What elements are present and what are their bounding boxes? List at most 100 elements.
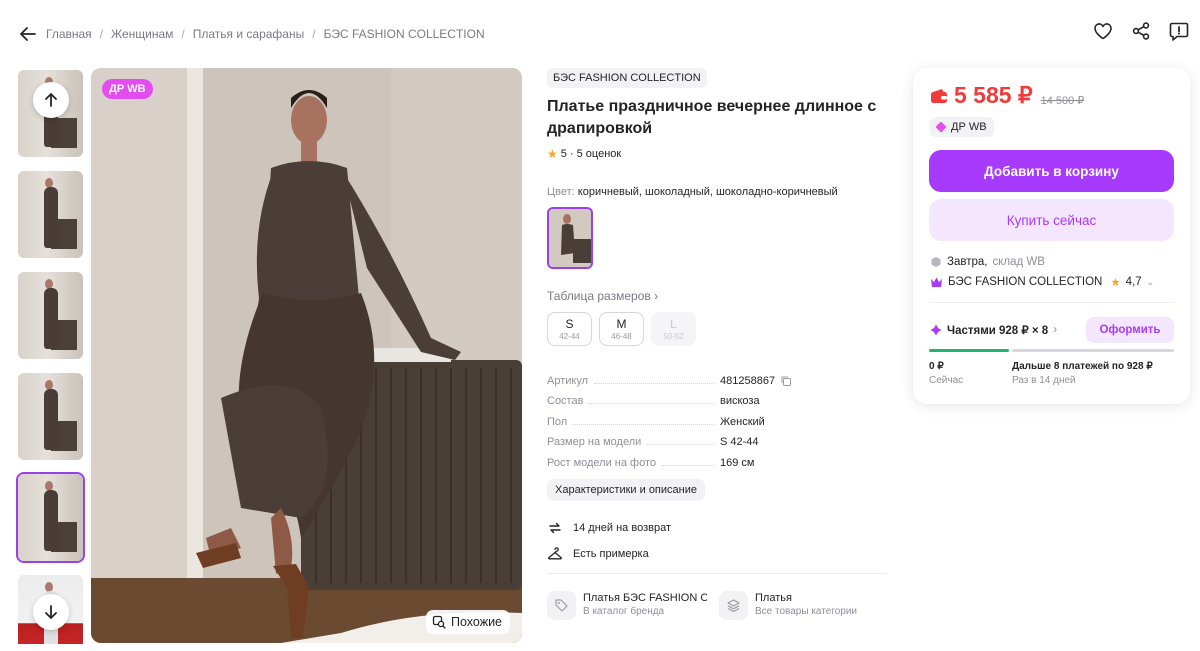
- spec-key: Размер на модели: [547, 436, 642, 448]
- size-name: S: [565, 317, 574, 331]
- feature-text: Есть примерка: [573, 547, 649, 560]
- size-name: L: [670, 317, 677, 331]
- catalog-subtitle: В каталог бренда: [583, 605, 665, 617]
- catalog-links: Платья БЭС FASHION COLLECTION В каталог …: [547, 590, 887, 620]
- price-value: 5 585 ₽: [954, 82, 1033, 108]
- brand-catalog-link[interactable]: Платья БЭС FASHION COLLECTION В каталог …: [547, 590, 707, 620]
- old-price: 14 500 ₽: [1040, 94, 1085, 107]
- color-swatch[interactable]: [547, 207, 593, 269]
- tag-icon: [547, 590, 576, 620]
- top-bar: Главная / Женщинам / Платья и сарафаны /…: [0, 0, 1200, 68]
- box-icon: [931, 257, 941, 267]
- divider: [547, 572, 887, 574]
- hanger-icon: [548, 546, 562, 559]
- size-selector: S 42-44 M 46-48 L 50-52: [547, 312, 887, 346]
- copy-icon[interactable]: [780, 375, 792, 387]
- buy-now-button[interactable]: Купить сейчас: [929, 199, 1174, 241]
- spec-value: S 42-44: [720, 436, 759, 448]
- current-price: 5 585 ₽: [930, 82, 1033, 109]
- similar-button[interactable]: Похожие: [426, 610, 511, 634]
- drwb-badge: ДР WB: [102, 79, 153, 99]
- spec-key: Состав: [547, 395, 584, 407]
- thumbnail[interactable]: [16, 270, 85, 361]
- heart-icon[interactable]: [1092, 20, 1114, 42]
- thumbnails-down-button[interactable]: [33, 594, 69, 630]
- thumbnail-list: [16, 68, 86, 644]
- category-catalog-link[interactable]: Платья Все товары категории: [719, 590, 879, 620]
- breadcrumb-item-dresses[interactable]: Платья и сарафаны: [193, 27, 304, 41]
- color-label: Цвет:: [547, 186, 575, 198]
- similar-label: Похожие: [451, 615, 503, 629]
- breadcrumb-separator: /: [181, 27, 185, 41]
- drwb-label: ДР WB: [951, 121, 987, 133]
- color-value: коричневый, шоколадный, шоколадно-коричн…: [577, 186, 838, 198]
- arrow-left-icon[interactable]: [17, 23, 39, 45]
- product-title: Платье праздничное вечернее длинное с др…: [547, 98, 877, 137]
- chevron-right-icon: ›: [1053, 324, 1058, 336]
- spec-value: 169 см: [720, 456, 755, 469]
- breadcrumb-separator: /: [99, 27, 104, 41]
- breadcrumb: Главная / Женщинам / Платья и сарафаны /…: [46, 27, 485, 41]
- add-to-cart-button[interactable]: Добавить в корзину: [929, 150, 1174, 192]
- size-name: M: [616, 317, 627, 331]
- pay-later: Дальше 8 платежей по 928 ₽ Раз в 14 дней: [1012, 360, 1153, 388]
- product-photo: [91, 68, 522, 643]
- size-option-m[interactable]: M 46-48: [599, 312, 644, 346]
- spec-key: Артикул: [547, 374, 589, 387]
- specs-list: Артикул 481258867 Состав вискоза Пол Жен…: [547, 366, 887, 469]
- feature-fitting: Есть примерка: [547, 546, 887, 562]
- layers-icon: [719, 590, 748, 620]
- top-actions: [1092, 20, 1190, 42]
- thumbnail-active[interactable]: [16, 472, 85, 563]
- thumbnails-up-button[interactable]: [33, 82, 69, 118]
- chevron-down-icon: ⌄: [1146, 276, 1155, 287]
- spec-row: Размер на модели S 42-44: [547, 428, 887, 448]
- wallet-icon: [931, 88, 947, 103]
- catalog-title: Платья БЭС FASHION COLLECTION: [583, 591, 707, 604]
- arrow-up-icon: [45, 93, 57, 107]
- size-range: 50-52: [663, 332, 684, 341]
- delivery-info: Завтра, склад WB: [930, 256, 1045, 268]
- product-info: БЭС FASHION COLLECTION Платье празднично…: [547, 68, 887, 620]
- pay-later-label: Раз в 14 дней: [1012, 375, 1076, 386]
- breadcrumb-item-brand[interactable]: БЭС FASHION COLLECTION: [324, 27, 485, 41]
- size-table-link[interactable]: Таблица размеров ›: [547, 289, 887, 303]
- size-option-l: L 50-52: [651, 312, 696, 346]
- product-main-image[interactable]: [91, 68, 522, 643]
- breadcrumb-item-home[interactable]: Главная: [46, 27, 92, 41]
- progress-paid: [929, 349, 1009, 352]
- buy-card: 5 585 ₽ 14 500 ₽ ДР WB Добавить в корзин…: [913, 68, 1190, 404]
- catalog-title: Платья: [755, 591, 792, 604]
- report-icon[interactable]: [1168, 20, 1190, 42]
- spec-value: Женский: [720, 415, 765, 428]
- spec-row: Пол Женский: [547, 407, 887, 428]
- thumbnail[interactable]: [16, 371, 85, 462]
- size-option-s[interactable]: S 42-44: [547, 312, 592, 346]
- size-table-label: Таблица размеров: [547, 289, 651, 303]
- diamond-icon: [935, 121, 947, 133]
- chevron-right-icon: ›: [654, 289, 659, 303]
- feature-text: 14 дней на возврат: [573, 521, 671, 534]
- pay-now: 0 ₽ Сейчас: [929, 360, 963, 388]
- arrow-down-icon: [45, 605, 57, 619]
- seller-link[interactable]: БЭС FASHION COLLECTION ★ 4,7 ⌄: [930, 275, 1154, 289]
- pay-later-amount: Дальше 8 платежей по 928 ₽: [1012, 361, 1153, 372]
- rating-count: · 5 оценок: [569, 148, 622, 160]
- pay-now-amount: 0 ₽: [929, 361, 944, 372]
- spec-value: вискоза: [720, 395, 760, 407]
- breadcrumb-item-women[interactable]: Женщинам: [111, 27, 173, 41]
- rating[interactable]: ★ 5 · 5 оценок: [547, 147, 887, 161]
- spec-row: Состав вискоза: [547, 387, 887, 407]
- breadcrumb-separator: /: [312, 27, 316, 41]
- price-row: 5 585 ₽ 14 500 ₽: [930, 82, 1084, 109]
- thumbnail[interactable]: [16, 169, 85, 260]
- order-installments-button[interactable]: Оформить: [1086, 317, 1174, 343]
- installments-link[interactable]: Частями 928 ₽ × 8 ›: [930, 323, 1057, 337]
- share-icon[interactable]: [1130, 20, 1152, 42]
- characteristics-button[interactable]: Характеристики и описание: [547, 478, 705, 501]
- delivery-place: склад WB: [992, 256, 1045, 268]
- spec-key: Пол: [547, 415, 568, 428]
- star-icon: ★: [1110, 277, 1121, 289]
- brand-chip[interactable]: БЭС FASHION COLLECTION: [547, 68, 707, 88]
- spec-row: Рост модели на фото 169 см: [547, 448, 887, 469]
